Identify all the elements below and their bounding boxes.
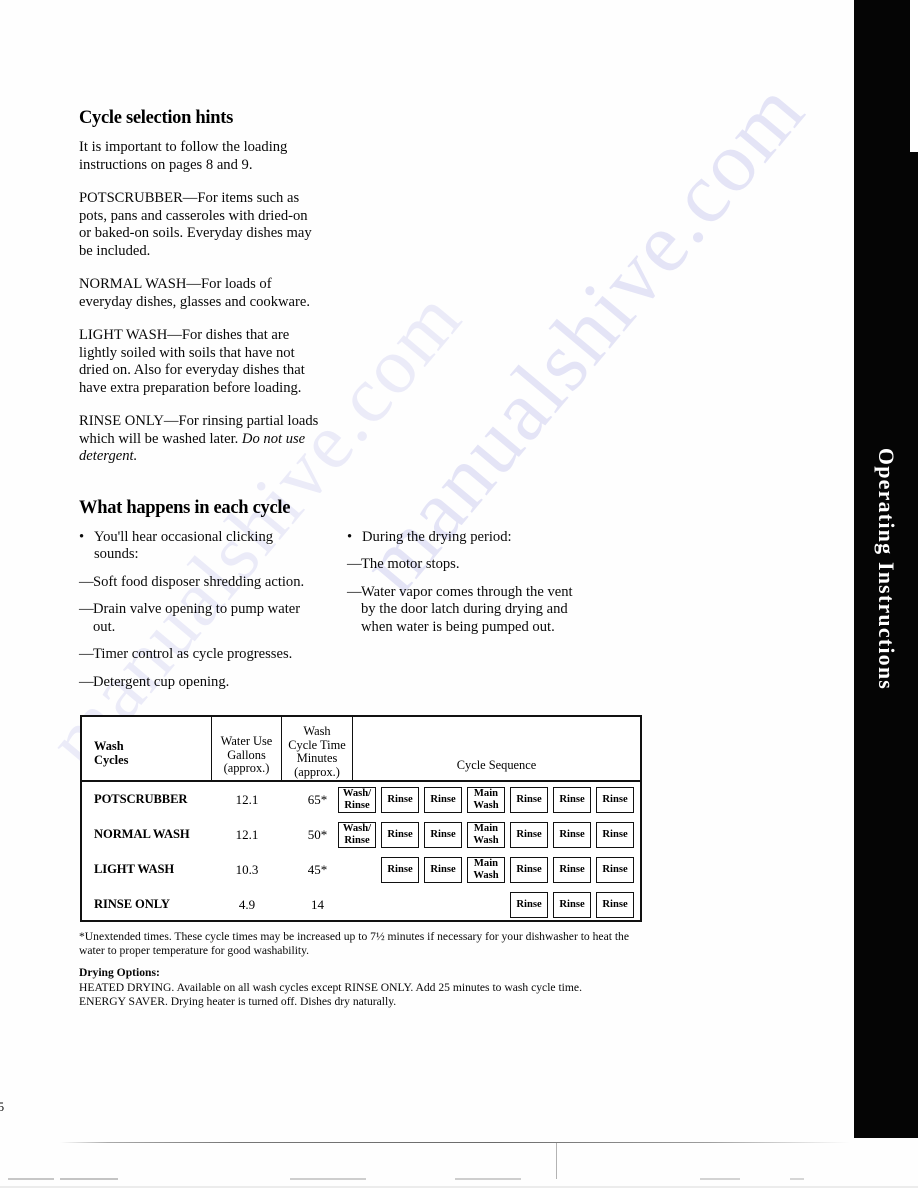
table-row: NORMAL WASH 12.1 50* Wash/Rinse Rinse Rinse Ma… — [82, 817, 640, 852]
footnote-asterisk: *Unextended times. These cycle times may… — [79, 930, 630, 958]
sequence-step-box: Rinse — [553, 821, 591, 848]
header-wash-cycle-time: Wash Cycle Time Minutes (approx.) — [282, 717, 353, 780]
table-row: LIGHT WASH 10.3 45* Rinse Rinse Main Wash Rinse… — [82, 852, 640, 887]
cell-water-gallons: 4.9 — [238, 896, 256, 912]
each-cycle-heading: What happens in each cycle — [79, 497, 291, 518]
cell-cycle-sequence: Wash/Rinse Rinse Rinse Main Wash Rinse Rinse Ri… — [338, 782, 638, 817]
sequence-step-box: Rinse — [510, 821, 548, 848]
wash-cycles-table: Wash Cycles Water Use Gallons (approx.) … — [80, 715, 642, 922]
list-item: — Detergent cup opening. — [79, 673, 230, 690]
each-cycle-right-list: • During the drying period: — The motor … — [347, 529, 582, 637]
list-item: — Timer control as cycle progresses. — [79, 646, 293, 662]
cell-cycle-name: LIGHT WASH — [94, 862, 175, 876]
table-row: RINSE ONLY 4.9 14 Rinse Rinse Rinse — [82, 887, 640, 922]
hints-potscrubber-paragraph: POTSCRUBBER—For items such as pots, pans… — [79, 190, 312, 259]
each-cycle-section: What happens in each cycle • You'll hear… — [79, 498, 779, 744]
cell-water-gallons: 10.3 — [235, 861, 259, 877]
sequence-step-box: Rinse — [553, 856, 591, 883]
sequence-step-box: Rinse — [424, 786, 462, 813]
hints-normal-wash-paragraph: NORMAL WASH—For loads of everyday dishes… — [79, 276, 310, 310]
scan-artifact-mark — [700, 1178, 740, 1180]
each-cycle-left-list: • You'll hear occasional clicking sounds… — [79, 529, 319, 692]
page-number: 5 — [0, 1100, 5, 1114]
table-row: POTSCRUBBER 12.1 65* Wash/Rinse Rinse Rinse Ma… — [82, 782, 640, 817]
sequence-step-box: Rinse — [424, 856, 462, 883]
section-index-tab: Operating Instructions — [854, 0, 918, 1138]
sequence-step-box: Main Wash — [467, 856, 505, 883]
list-item: • You'll hear occasional clicking sounds… — [79, 528, 274, 563]
sequence-step-box: Main Wash — [467, 821, 505, 848]
sequence-step-box: Rinse — [424, 821, 462, 848]
scan-artifact-mark — [8, 1178, 54, 1180]
em-dash-icon: — — [79, 601, 94, 617]
cell-cycle-sequence: Rinse Rinse Rinse — [353, 887, 638, 922]
header-cycle-sequence: Cycle Sequence — [456, 758, 537, 773]
list-item: • During the drying period: — [347, 528, 512, 545]
sequence-step-box: Rinse — [596, 856, 634, 883]
sequence-step-box: Rinse — [553, 786, 591, 813]
sequence-step-box: Rinse — [381, 856, 419, 883]
sequence-step-box: Wash/Rinse — [338, 821, 376, 848]
page-content: Cycle selection hints It is important to… — [79, 108, 779, 744]
list-item: — Soft food disposer shredding action. — [79, 573, 305, 590]
sequence-slot-empty — [338, 857, 376, 883]
em-dash-icon: — — [79, 573, 94, 590]
scan-artifact-mark — [790, 1178, 804, 1180]
sequence-step-box: Rinse — [596, 891, 634, 918]
list-item: — Drain valve opening to pump water out. — [79, 601, 301, 635]
scan-artifact-mark — [60, 1178, 118, 1180]
cycle-selection-hints-heading: Cycle selection hints — [79, 108, 234, 128]
cell-cycle-name: NORMAL WASH — [94, 827, 190, 841]
scan-artifact-tick — [556, 1143, 558, 1179]
tab-notch — [910, 0, 918, 152]
table-header-row: Wash Cycles Water Use Gallons (approx.) … — [82, 717, 640, 782]
sequence-slot-empty — [467, 892, 505, 918]
each-cycle-left-column: • You'll hear occasional clicking sounds… — [79, 529, 319, 702]
scan-artifact-mark — [455, 1178, 521, 1180]
sequence-step-box: Rinse — [381, 786, 419, 813]
drying-options-heading: Drying Options: — [79, 966, 160, 980]
sequence-step-box: Rinse — [510, 891, 548, 918]
em-dash-icon: — — [347, 583, 362, 600]
header-wash-cycles: Wash Cycles — [82, 717, 212, 780]
cell-cycle-name: POTSCRUBBER — [94, 792, 188, 806]
list-item: — Water vapor comes through the vent by … — [347, 583, 573, 635]
table-body: POTSCRUBBER 12.1 65* Wash/Rinse Rinse Rinse Ma… — [82, 782, 640, 922]
cell-cycle-name: RINSE ONLY — [94, 897, 170, 911]
cell-water-gallons: 12.1 — [235, 791, 259, 807]
sequence-slot-empty — [381, 892, 419, 918]
hints-rinse-only-paragraph: RINSE ONLY—For rinsing partial loads whi… — [79, 413, 319, 466]
em-dash-icon: — — [79, 673, 94, 690]
hints-light-wash-paragraph: LIGHT WASH—For dishes that are lightly s… — [79, 327, 305, 396]
cell-water-gallons: 12.1 — [235, 826, 259, 842]
sequence-step-box: Main Wash — [467, 786, 505, 813]
cycle-selection-hints-section: Cycle selection hints It is important to… — [79, 108, 779, 466]
cell-cycle-sequence: Rinse Rinse Main Wash Rinse Rinse Rinse — [353, 852, 638, 887]
scan-artifact-mark — [290, 1178, 366, 1180]
section-index-tab-label: Operating Instructions — [874, 447, 899, 691]
footnote-heated-drying: HEATED DRYING. Available on all wash cyc… — [79, 980, 582, 994]
sequence-step-box: Rinse — [510, 786, 548, 813]
cell-cycle-sequence: Wash/Rinse Rinse Rinse Main Wash Rinse Rinse Ri… — [338, 817, 638, 852]
em-dash-icon: — — [347, 556, 362, 572]
each-cycle-right-column: • During the drying period: — The motor … — [347, 529, 582, 647]
scan-artifact-line — [60, 1142, 850, 1144]
sequence-step-box: Wash/Rinse — [338, 786, 376, 813]
header-water-use: Water Use Gallons (approx.) — [212, 717, 282, 780]
sequence-step-box: Rinse — [553, 891, 591, 918]
sequence-step-box: Rinse — [510, 856, 548, 883]
sequence-slot-empty — [424, 892, 462, 918]
bullet-icon: • — [79, 528, 85, 545]
sequence-step-box: Rinse — [596, 786, 634, 813]
scanned-page: manualshive.com manualshive.com Operatin… — [0, 0, 918, 1188]
bullet-icon: • — [347, 528, 353, 545]
list-item: — The motor stops. — [347, 556, 460, 572]
footnote-energy-saver: ENERGY SAVER. Drying heater is turned of… — [79, 994, 397, 1008]
hints-intro-paragraph: It is important to follow the loading in… — [79, 139, 288, 173]
sequence-step-box: Rinse — [596, 821, 634, 848]
em-dash-icon: — — [79, 646, 94, 662]
table-footnotes: *Unextended times. These cycle times may… — [79, 930, 639, 1009]
sequence-step-box: Rinse — [381, 821, 419, 848]
sequence-slot-empty — [338, 892, 376, 918]
